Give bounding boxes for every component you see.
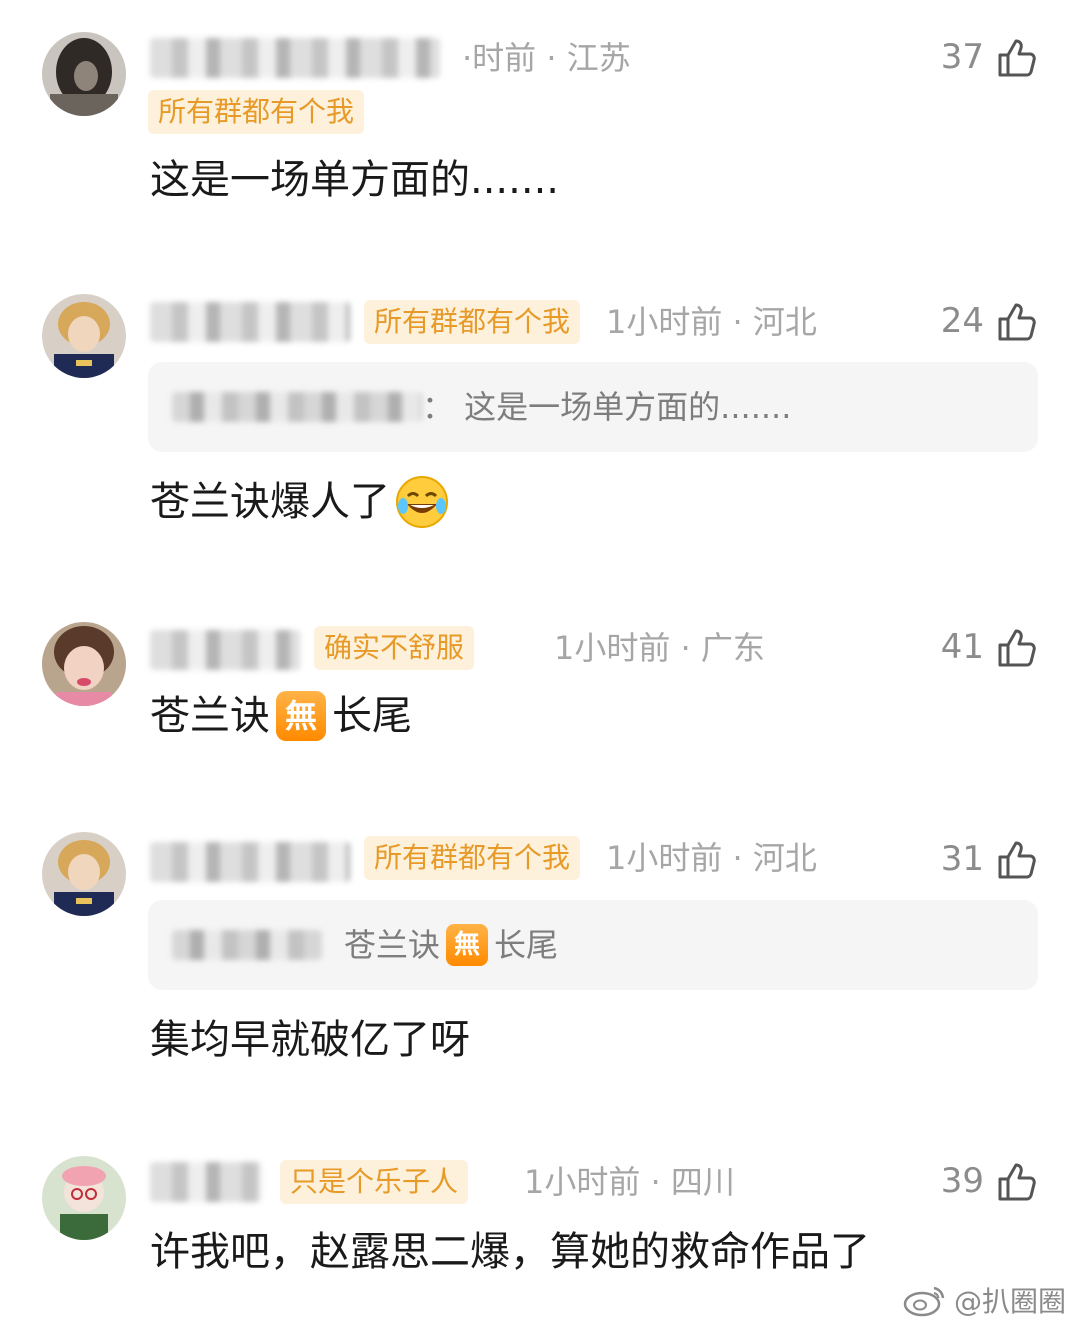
weibo-watermark: @扒圈圈 [902, 1280, 1066, 1320]
quoted-reply[interactable]: 苍兰诀 無 长尾 [148, 900, 1038, 990]
fan-badge: 所有群都有个我 [364, 300, 581, 344]
avatar-image [42, 294, 126, 378]
wu-emoji-icon: 無 [446, 924, 489, 966]
comment-text-part-1: 苍兰诀 [150, 693, 270, 739]
avatar[interactable] [42, 622, 126, 706]
comment-3: 确实不舒服 1小时前 · 广东 41 苍兰诀 無 长尾 [0, 580, 1080, 800]
avatar-image [42, 622, 126, 706]
like-button[interactable]: 39 [941, 1156, 1038, 1206]
reply-text-part-2: 长尾 [494, 926, 559, 964]
comment-text: 苍兰诀爆人了 [150, 474, 450, 530]
comment-meta: 1小时前 · 河北 [606, 303, 817, 341]
reply-text: 苍兰诀 無 长尾 [344, 922, 558, 968]
username-blurred[interactable] [150, 842, 350, 882]
thumbs-up-icon [994, 299, 1038, 343]
reply-text: ： 这是一场单方面的....... [422, 388, 792, 426]
avatar-image [42, 832, 126, 916]
reply-username-blurred [172, 930, 322, 960]
thumbs-up-icon [994, 35, 1038, 79]
comment-text-body: 苍兰诀爆人了 [150, 479, 390, 525]
comment-meta: ·时前 · 江苏 [462, 39, 631, 77]
like-count: 39 [940, 1161, 984, 1201]
wu-emoji-icon: 無 [276, 691, 326, 741]
username-blurred[interactable] [150, 302, 350, 342]
avatar[interactable] [42, 32, 126, 116]
like-count: 24 [940, 301, 984, 341]
avatar-image [42, 1156, 126, 1240]
fan-badge: 所有群都有个我 [148, 90, 365, 134]
like-button[interactable]: 37 [941, 32, 1038, 82]
fan-badge: 确实不舒服 [314, 626, 475, 670]
username-blurred[interactable] [150, 38, 440, 78]
avatar-image [42, 32, 126, 116]
weibo-logo-icon [903, 1286, 945, 1317]
avatar[interactable] [42, 294, 126, 378]
thumbs-up-icon [994, 625, 1038, 669]
reply-text-part-1: 苍兰诀 [344, 926, 441, 964]
avatar[interactable] [42, 1156, 126, 1240]
quoted-reply[interactable]: ： 这是一场单方面的....... [148, 362, 1038, 452]
comment-4: 所有群都有个我 1小时前 · 河北 31 苍兰诀 無 长尾 集均早就破亿了呀 [0, 800, 1080, 1120]
reply-username-blurred [172, 392, 422, 422]
comment-meta: 1小时前 · 四川 [524, 1163, 735, 1201]
like-button[interactable]: 41 [941, 622, 1038, 672]
watermark-text: @扒圈圈 [953, 1285, 1066, 1318]
comment-text: 许我吧，赵露思二爆，算她的救命作品了 [150, 1229, 870, 1275]
thumbs-up-icon [994, 1159, 1038, 1203]
comment-2: 所有群都有个我 1小时前 · 河北 24 ： 这是一场单方面的....... 苍… [0, 260, 1080, 580]
like-count: 41 [940, 627, 984, 667]
username-blurred[interactable] [150, 630, 300, 670]
comment-meta: 1小时前 · 广东 [554, 629, 765, 667]
comment-text: 苍兰诀 無 长尾 [150, 688, 412, 744]
fan-badge: 所有群都有个我 [364, 836, 581, 880]
comment-text: 集均早就破亿了呀 [150, 1017, 470, 1063]
comment-5: 只是个乐子人 1小时前 · 四川 39 许我吧，赵露思二爆，算她的救命作品了 [0, 1120, 1080, 1290]
thumbs-up-icon [994, 837, 1038, 881]
laugh-cry-emoji-icon [396, 476, 448, 528]
avatar[interactable] [42, 832, 126, 916]
comment-1: ·时前 · 江苏 所有群都有个我 37 这是一场单方面的....... [0, 0, 1080, 260]
comment-text: 这是一场单方面的....... [150, 157, 560, 203]
username-blurred[interactable] [150, 1162, 262, 1202]
like-button[interactable]: 24 [941, 296, 1038, 346]
comment-text-part-2: 长尾 [332, 693, 412, 739]
comment-meta: 1小时前 · 河北 [606, 839, 817, 877]
like-count: 37 [940, 37, 984, 77]
like-count: 31 [940, 839, 984, 879]
like-button[interactable]: 31 [941, 834, 1038, 884]
fan-badge: 只是个乐子人 [280, 1160, 469, 1204]
